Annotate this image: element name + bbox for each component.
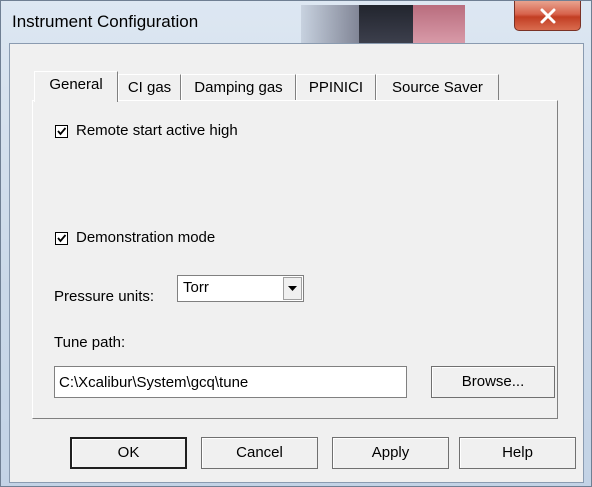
close-icon xyxy=(540,8,556,24)
pressure-units-label: Pressure units: xyxy=(54,288,155,305)
tab-damping-gas[interactable]: Damping gas xyxy=(181,74,296,101)
button-label: Help xyxy=(502,444,533,461)
tab-label: CI gas xyxy=(127,79,172,96)
button-label: Apply xyxy=(371,444,410,461)
button-label: Cancel xyxy=(236,444,283,461)
dropdown-button[interactable] xyxy=(283,277,302,300)
tab-general[interactable]: General xyxy=(34,71,118,102)
browse-button[interactable]: Browse... xyxy=(431,366,555,398)
ok-button[interactable]: OK xyxy=(70,437,187,469)
tab-ppinici[interactable]: PPINICI xyxy=(296,74,376,101)
tab-label: Damping gas xyxy=(194,79,283,96)
help-button[interactable]: Help xyxy=(459,437,576,469)
title-bar[interactable]: Instrument Configuration xyxy=(1,1,591,43)
tab-source-saver[interactable]: Source Saver xyxy=(376,74,499,101)
remote-start-checkbox[interactable] xyxy=(55,125,68,138)
button-label: Browse... xyxy=(461,373,525,390)
checkmark-icon xyxy=(57,234,67,243)
demo-mode-checkbox[interactable] xyxy=(55,232,68,245)
tune-path-input[interactable] xyxy=(54,366,407,398)
pressure-units-value: Torr xyxy=(183,279,209,296)
demo-mode-label[interactable]: Demonstration mode xyxy=(76,229,215,246)
background-blur xyxy=(359,5,413,43)
dialog-window: Instrument Configuration General CI gas … xyxy=(0,0,592,487)
tab-label: Source Saver xyxy=(392,79,483,96)
tab-label: General xyxy=(49,76,103,93)
dialog-client-area: General CI gas Damping gas PPINICI Sourc… xyxy=(9,43,584,483)
background-blur xyxy=(413,5,465,43)
tab-label: PPINICI xyxy=(308,79,364,96)
remote-start-label[interactable]: Remote start active high xyxy=(76,122,238,139)
chevron-down-icon xyxy=(288,286,297,291)
window-title: Instrument Configuration xyxy=(12,12,199,31)
tune-path-label: Tune path: xyxy=(54,334,126,351)
cancel-button[interactable]: Cancel xyxy=(201,437,318,469)
checkmark-icon xyxy=(57,127,67,136)
pressure-units-select[interactable]: Torr xyxy=(177,275,304,302)
apply-button[interactable]: Apply xyxy=(332,437,449,469)
button-label: OK xyxy=(117,444,140,461)
close-button[interactable] xyxy=(514,1,581,31)
tab-ci-gas[interactable]: CI gas xyxy=(118,74,181,101)
